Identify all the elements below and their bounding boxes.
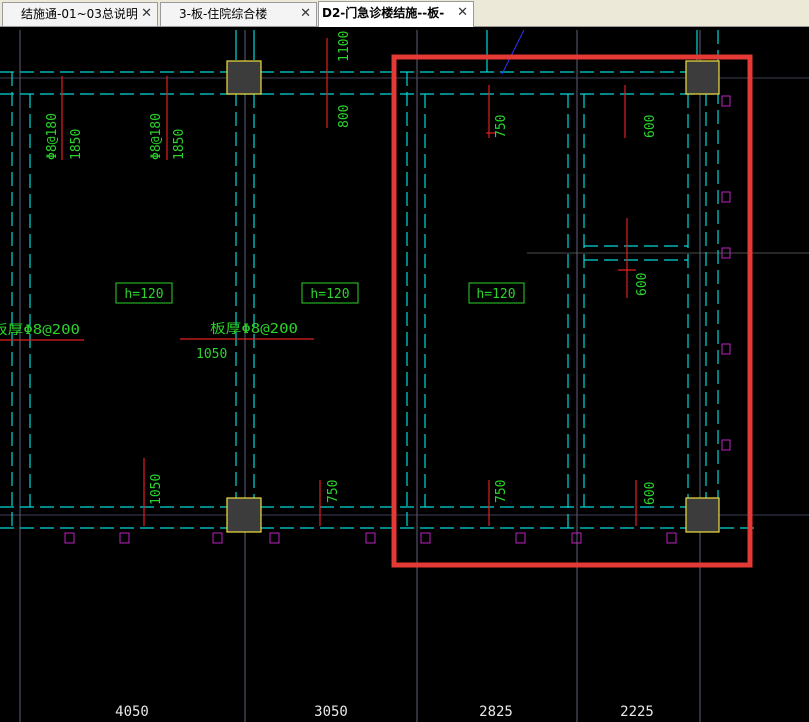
- rebar-spec-label: 板厚Φ8@200: [210, 322, 298, 337]
- length-label: 600: [635, 273, 650, 296]
- length-label: 600: [643, 115, 658, 138]
- close-icon[interactable]: ✕: [457, 2, 468, 24]
- wall-markers: [64, 95, 731, 544]
- rebar-spec-label: Φ8@180: [149, 113, 164, 160]
- tab-label: D2-门急诊楼结施--板-: [322, 6, 445, 20]
- tab-label: 结施通-01~03总说明: [21, 7, 138, 21]
- slab-label: h=120: [310, 287, 349, 302]
- length-label: 600: [643, 482, 658, 505]
- length-label: 750: [494, 115, 509, 138]
- tab-label: 3-板-住院综合楼: [179, 7, 268, 21]
- highlight-box: [391, 54, 753, 568]
- length-label: 750: [326, 480, 341, 503]
- slab-labels: h=120 h=120 h=120: [115, 282, 525, 304]
- blue-leader-line: [501, 29, 525, 75]
- close-icon[interactable]: ✕: [300, 3, 311, 25]
- dimension-label: 2225: [620, 704, 654, 720]
- dimension-label: 3050: [314, 704, 348, 720]
- tab-inpatient-slab[interactable]: 3-板-住院综合楼 ✕: [160, 2, 317, 26]
- length-label: 1050: [149, 474, 164, 505]
- rebar-spec-label: Φ8@180: [45, 113, 60, 160]
- length-label: 1050: [196, 347, 227, 362]
- length-label: 1850: [172, 129, 187, 160]
- rebar-length-labels: 1850 1850 1050 1050 750 750 750 600 600 …: [69, 31, 658, 505]
- rebar-spec-labels: Φ8@180 Φ8@180 板厚Φ8@200 板厚Φ8@200: [0, 113, 298, 338]
- cad-drawing-canvas[interactable]: h=120 h=120 h=120 Φ8@180 Φ8@180 板厚Φ8@200…: [0, 27, 809, 722]
- dimension-label: 4050: [115, 704, 149, 720]
- rebar-spec-label: 板厚Φ8@200: [0, 323, 80, 338]
- dimension-label: 2825: [479, 704, 513, 720]
- length-label: 1850: [69, 129, 84, 160]
- length-label: 750: [494, 480, 509, 503]
- tab-emergency-slab[interactable]: D2-门急诊楼结施--板- ✕: [318, 1, 474, 27]
- length-label: 1100: [337, 31, 352, 62]
- slab-label: h=120: [476, 287, 515, 302]
- slab-label: h=120: [124, 287, 163, 302]
- tab-structure-notes[interactable]: 结施通-01~03总说明 ✕: [2, 2, 158, 26]
- length-label: 800: [337, 105, 352, 128]
- close-icon[interactable]: ✕: [141, 3, 152, 25]
- beam-stub-lines: [235, 30, 698, 72]
- bottom-dimensions: 4050 3050 2825 2225: [115, 704, 654, 720]
- rebar-lines: [0, 38, 637, 526]
- tab-bar: 结施通-01~03总说明 ✕ 3-板-住院综合楼 ✕ D2-门急诊楼结施--板-…: [0, 0, 809, 27]
